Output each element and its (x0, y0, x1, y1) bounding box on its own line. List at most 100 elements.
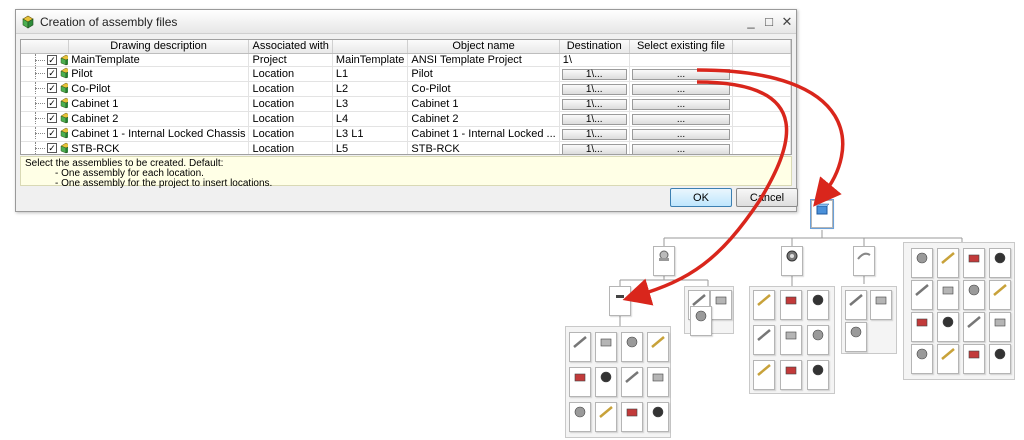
header-object-name[interactable]: Object name (407, 40, 560, 54)
tree-node-root[interactable] (810, 199, 834, 229)
tree-leaf-node[interactable] (753, 360, 775, 390)
title-bar[interactable]: Creation of assembly files _ □ ✕ (16, 10, 796, 34)
tree-node-pilot[interactable] (653, 246, 675, 276)
destination-button[interactable]: 1\... (561, 98, 627, 110)
include-checkbox[interactable]: ✓ (47, 142, 57, 153)
tree-leaf-node[interactable] (780, 290, 802, 320)
select-file-button[interactable]: ... (631, 128, 731, 140)
tree-leaf-node[interactable] (621, 332, 643, 362)
header-reference[interactable] (332, 40, 409, 54)
select-file-button[interactable]: ... (631, 68, 731, 80)
tree-leaf-node[interactable] (807, 360, 829, 390)
destination-button[interactable]: 1\... (561, 143, 627, 154)
tree-leaf-node[interactable] (937, 344, 959, 374)
tree-leaf-node[interactable] (595, 402, 617, 432)
part-thumbnail-icon (857, 252, 871, 260)
tree-leaf-node[interactable] (569, 402, 591, 432)
cell-drawing-description[interactable]: Pilot (68, 66, 250, 82)
header-select-existing-file[interactable]: Select existing file (629, 40, 734, 54)
table-row[interactable]: ✓ Pilot Location L1 Pilot 1\...... (21, 66, 791, 82)
select-file-button[interactable]: ... (631, 113, 731, 125)
tree-leaf-node[interactable] (595, 332, 617, 362)
tree-leaf-node[interactable] (647, 402, 669, 432)
tree-leaf-node[interactable] (647, 367, 669, 397)
tree-leaf-node[interactable] (621, 402, 643, 432)
tree-leaf-node[interactable] (989, 248, 1011, 278)
header-associated-with[interactable]: Associated with (248, 40, 333, 54)
tree-leaf-node[interactable] (753, 325, 775, 355)
include-checkbox[interactable]: ✓ (47, 97, 57, 108)
tree-leaf-node[interactable] (937, 280, 959, 310)
assembly-icon (60, 54, 69, 65)
maximize-button[interactable]: □ (760, 13, 778, 31)
tree-leaf-node[interactable] (569, 367, 591, 397)
minimize-button[interactable]: _ (742, 13, 760, 31)
tree-leaf-node[interactable] (780, 360, 802, 390)
tree-leaf-node[interactable] (989, 344, 1011, 374)
cell-associated-with: Location (248, 126, 333, 142)
include-checkbox[interactable]: ✓ (47, 127, 57, 138)
destination-button[interactable]: 1\... (561, 128, 627, 140)
tree-leaf-node[interactable] (647, 332, 669, 362)
cell-drawing-description[interactable]: Cabinet 1 - Internal Locked Chassis (68, 126, 250, 142)
part-thumbnail-icon (616, 295, 624, 298)
tree-leaf-node[interactable] (911, 344, 933, 374)
tree-leaf-node[interactable] (690, 306, 712, 336)
select-file-button[interactable]: ... (631, 143, 731, 154)
include-checkbox[interactable]: ✓ (47, 67, 57, 78)
table-row[interactable]: ✓ Cabinet 2 Location L4 Cabinet 2 1\...... (21, 111, 791, 127)
table-row[interactable]: ✓ STB-RCK Location L5 STB-RCK 1\...... (21, 141, 791, 154)
include-checkbox[interactable]: ✓ (47, 54, 57, 65)
tree-leaf-node[interactable] (807, 325, 829, 355)
tree-leaf-node[interactable] (753, 290, 775, 320)
tree-leaf-node[interactable] (780, 325, 802, 355)
tree-leaf-node[interactable] (911, 312, 933, 342)
include-checkbox[interactable]: ✓ (47, 112, 57, 123)
cell-drawing-description[interactable]: MainTemplate (68, 53, 250, 67)
tree-branch (35, 132, 45, 134)
tree-leaf-node[interactable] (595, 367, 617, 397)
destination-button[interactable]: 1\... (561, 68, 627, 80)
tree-node-cabinet-1[interactable] (853, 246, 875, 276)
tree-leaf-node[interactable] (963, 248, 985, 278)
cell-drawing-description[interactable]: Cabinet 2 (68, 111, 250, 127)
cell-filler (732, 126, 791, 142)
tree-leaf-node[interactable] (845, 290, 867, 320)
cell-drawing-description[interactable]: Cabinet 1 (68, 96, 250, 112)
tree-leaf-node[interactable] (870, 290, 892, 320)
tree-leaf-node[interactable] (963, 280, 985, 310)
cell-drawing-description[interactable]: Co-Pilot (68, 81, 250, 97)
include-checkbox[interactable]: ✓ (47, 82, 57, 93)
tree-cell: ✓007 (21, 53, 69, 67)
header-destination[interactable]: Destination (559, 40, 630, 54)
tree-leaf-node[interactable] (937, 312, 959, 342)
tree-leaf-node[interactable] (963, 312, 985, 342)
tree-branch (35, 87, 45, 89)
tree-leaf-node[interactable] (911, 248, 933, 278)
tree-node-sub-assembly[interactable] (609, 286, 631, 316)
cell-drawing-description[interactable]: STB-RCK (68, 141, 250, 154)
cell-object-name: STB-RCK (407, 141, 560, 154)
tree-leaf-node[interactable] (937, 248, 959, 278)
header-drawing-description[interactable]: Drawing description (68, 40, 250, 54)
tree-node-co-pilot[interactable] (781, 246, 803, 276)
table-row[interactable]: ✓007MainTemplateProjectMainTemplateANSI … (21, 53, 791, 67)
table-row[interactable]: ✓ Cabinet 1 - Internal Locked Chassis Loca… (21, 126, 791, 142)
tree-leaf-node[interactable] (845, 322, 867, 352)
close-button[interactable]: ✕ (778, 13, 796, 31)
destination-button[interactable]: 1\... (561, 113, 627, 125)
tree-cell: ✓ (21, 126, 69, 142)
tree-leaf-node[interactable] (621, 367, 643, 397)
tree-leaf-node[interactable] (963, 344, 985, 374)
tree-leaf-node[interactable] (807, 290, 829, 320)
table-row[interactable]: ✓ Co-Pilot Location L2 Co-Pilot 1\...... (21, 81, 791, 97)
tree-leaf-node[interactable] (710, 290, 732, 320)
select-file-button[interactable]: ... (631, 83, 731, 95)
tree-leaf-node[interactable] (989, 312, 1011, 342)
tree-leaf-node[interactable] (911, 280, 933, 310)
select-file-button[interactable]: ... (631, 98, 731, 110)
destination-button[interactable]: 1\... (561, 83, 627, 95)
tree-leaf-node[interactable] (569, 332, 591, 362)
tree-leaf-node[interactable] (989, 280, 1011, 310)
table-row[interactable]: ✓ Cabinet 1 Location L3 Cabinet 1 1\...... (21, 96, 791, 112)
